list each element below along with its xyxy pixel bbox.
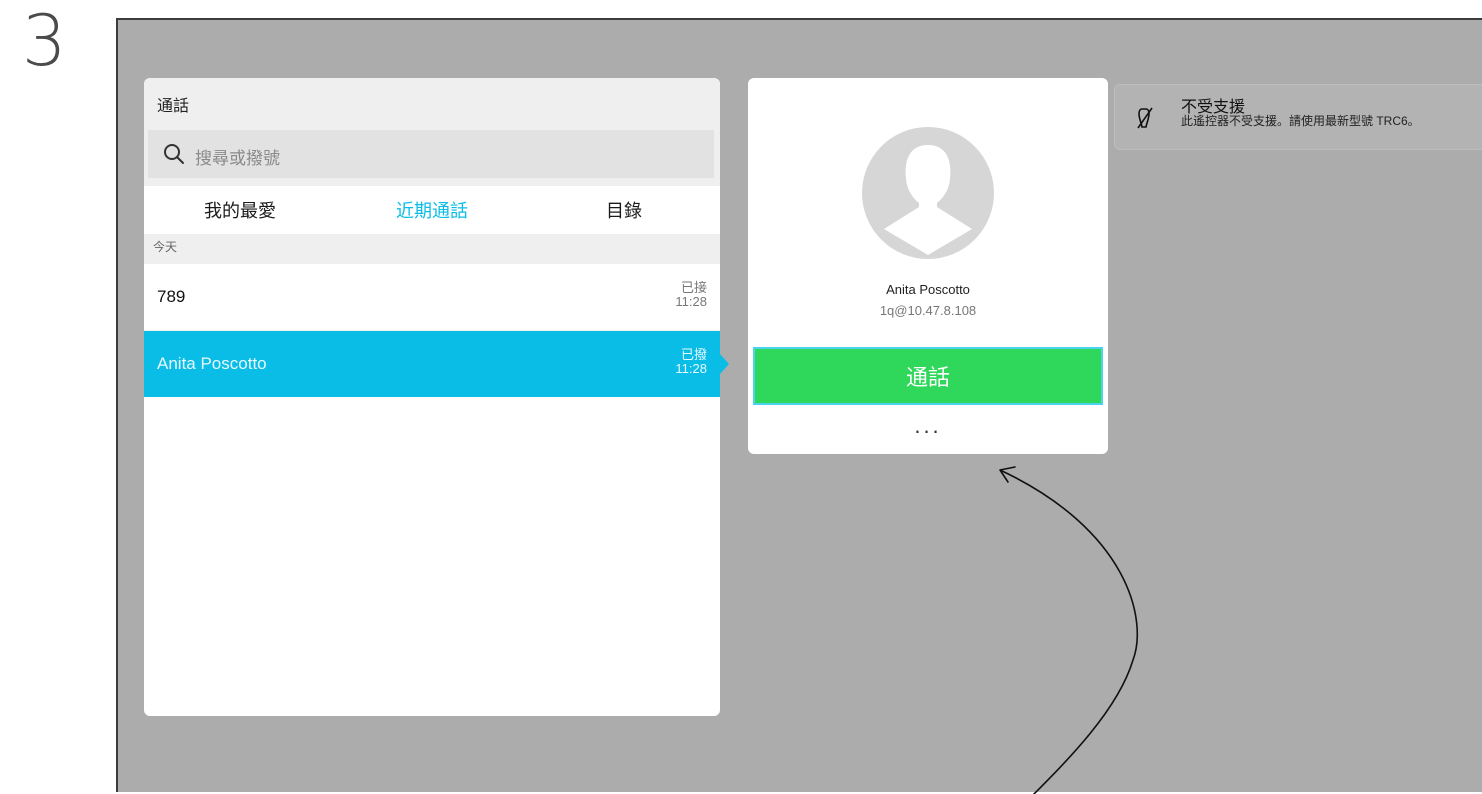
device-screen: 通話 搜尋或撥號 我的最愛 近期通話 目錄 今天 789 已接 11:28 An… [116, 18, 1482, 794]
annotation-arrow [999, 466, 1139, 794]
step-number: 3 [22, 0, 67, 82]
